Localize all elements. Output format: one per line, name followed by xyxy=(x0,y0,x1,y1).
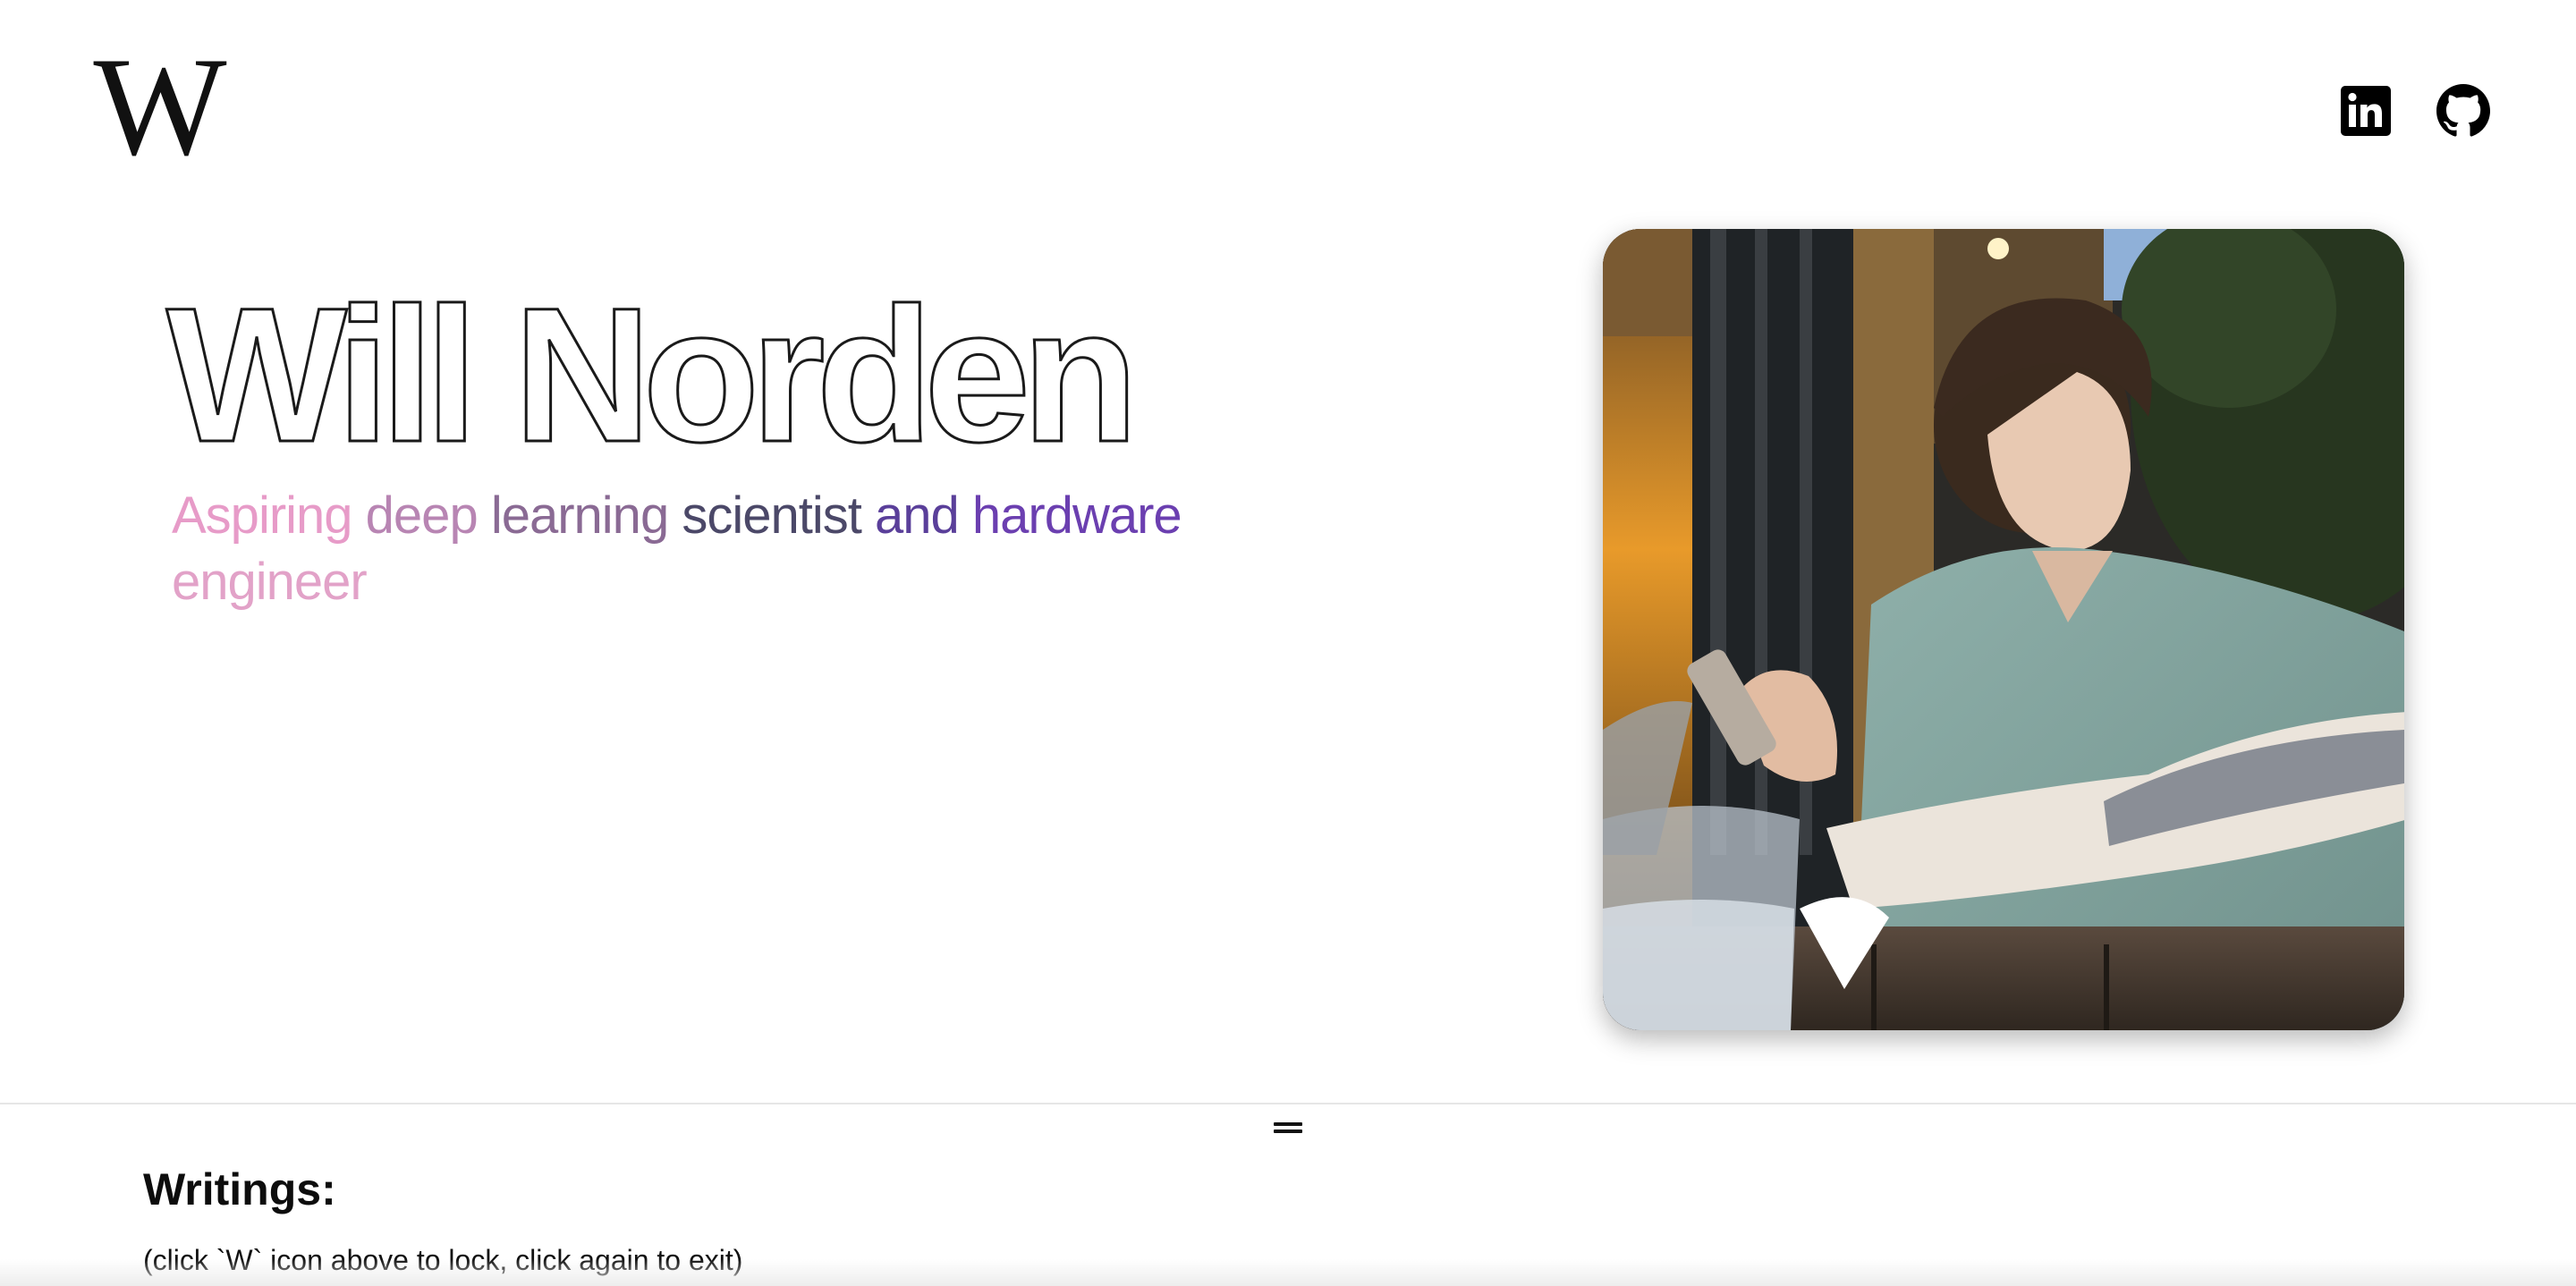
writings-drawer: Writings: (click `W` icon above to lock,… xyxy=(0,1103,2576,1286)
page: W Will Norden Aspiring deep learning sci… xyxy=(0,0,2576,1286)
tagline-word: deep xyxy=(365,486,479,545)
github-glyph xyxy=(2436,84,2490,137)
github-icon[interactable] xyxy=(2436,84,2490,138)
handle-bar xyxy=(1274,1129,1302,1133)
tagline-word: engineer xyxy=(172,553,368,611)
tagline: Aspiring deep learning scientist and har… xyxy=(172,483,1200,615)
site-logo-w[interactable]: W xyxy=(88,37,227,178)
drawer-drag-handle[interactable] xyxy=(1274,1121,1302,1135)
tagline-word: hardware xyxy=(971,486,1182,545)
linkedin-glyph xyxy=(2341,86,2391,136)
tagline-word: learning xyxy=(490,486,669,545)
tagline-word: and xyxy=(874,486,960,545)
portrait-illustration xyxy=(1603,229,2404,1030)
hero-name: Will Norden xyxy=(165,267,1140,484)
portrait-photo xyxy=(1603,229,2404,1030)
linkedin-icon[interactable] xyxy=(2341,86,2391,136)
tagline-word: scientist xyxy=(682,486,862,545)
tagline-word: Aspiring xyxy=(172,486,353,545)
writings-title: Writings: xyxy=(143,1164,336,1214)
handle-bar xyxy=(1274,1122,1302,1126)
drawer-fade xyxy=(0,1259,2576,1286)
